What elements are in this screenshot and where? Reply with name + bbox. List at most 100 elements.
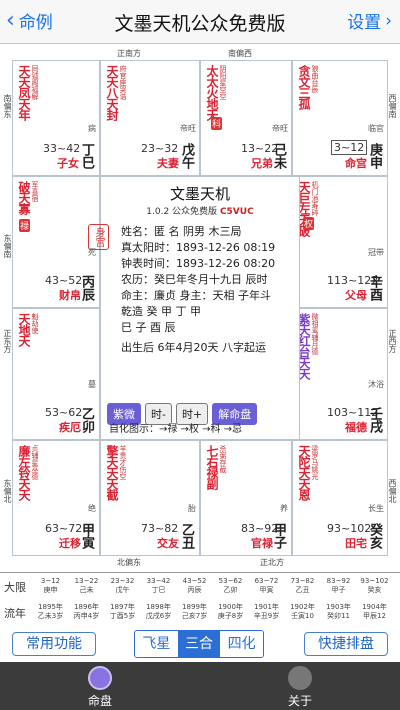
- dayun-cell[interactable]: 63~72 甲寅: [252, 577, 281, 595]
- palace-si[interactable]: 天天凤天年 同钺阁福解 33~42 子女 丁巳 病: [12, 60, 100, 176]
- quick-chart-button[interactable]: 快捷排盘: [304, 632, 388, 656]
- dayun-cell[interactable]: 23~32 戊午: [108, 577, 137, 595]
- palace-minor-stars: 微相鸾辅月德: [311, 313, 319, 355]
- palace-stage: 沐浴: [368, 380, 384, 389]
- palace-stage: 长生: [368, 504, 384, 513]
- palace-wei[interactable]: 太太火地天 阴阳星空空 科 13~22 兄弟 己未 帝旺: [200, 60, 292, 176]
- settings-label: 设置: [347, 13, 382, 33]
- palace-stage: 帝旺: [180, 124, 196, 133]
- liunian-cell[interactable]: 1897年 丁酉5岁: [108, 603, 137, 621]
- liunian-cell[interactable]: 1902年 壬寅10: [288, 603, 317, 621]
- compass-right-top: 西偏南: [388, 94, 397, 118]
- palace-wu[interactable]: 天天八天封 府官座哭诰 23~32 夫妻 戊午 帝旺: [100, 60, 200, 176]
- palace-name: 父母: [345, 289, 367, 302]
- name-line: 姓名：匿 名 阴男 木三局: [121, 225, 242, 238]
- qiyun-line: 出生后 6年4月20天 八字起运: [121, 341, 266, 354]
- palace-name: 子女: [57, 157, 79, 170]
- clock-time-line: 钟表时间：1893-12-26 08:20: [121, 257, 276, 270]
- center-info: 文墨天机 1.0.2 公众免费版 C5VUC 姓名：匿 名 阴男 木三局 真太阳…: [100, 176, 300, 440]
- dayun-cell[interactable]: 3~12 庚申: [36, 577, 65, 595]
- palace-shen[interactable]: 贪文三孤 狼曲台辰 3~12 命宫 庚申 临官: [292, 60, 388, 176]
- chevron-right-icon: ›: [385, 10, 392, 31]
- hua-ke-tag: 科: [211, 117, 223, 130]
- palace-range: 23~32: [141, 142, 179, 155]
- liunian-cell[interactable]: 1901年 辛丑9岁: [252, 603, 281, 621]
- liunian-cell[interactable]: 1903年 癸卯11: [324, 603, 353, 621]
- palace-minor-stars: 军喜宿: [31, 181, 39, 202]
- palace-name: 交友: [157, 537, 179, 550]
- liunian-cell[interactable]: 1896年 丙申4岁: [72, 603, 101, 621]
- palace-name: 命宫: [345, 157, 367, 170]
- dayun-cell[interactable]: 13~22 己未: [72, 577, 101, 595]
- palace-stage: 墓: [88, 380, 96, 389]
- palace-range: 33~42: [43, 142, 81, 155]
- palace-minor-stars: 阴阳星空空: [219, 65, 227, 100]
- center-version: 1.0.2 公众免费版 C5VUC: [101, 204, 299, 217]
- palace-zi[interactable]: 七右禄副 杀弼存截 83~92 官禄 甲子 养: [200, 440, 292, 556]
- hua-legend: 自化图示：→禄 →权 →科 →忌: [109, 424, 243, 435]
- chart-code: C5VUC: [219, 207, 254, 217]
- palace-minor-stars: 狼曲台辰: [311, 65, 319, 93]
- master-line: 命主：廉贞 身主：天相 子年斗: [121, 289, 271, 302]
- palace-ganzhi: 甲子: [271, 523, 286, 549]
- tab-about[interactable]: 关于: [270, 666, 330, 709]
- nav-bar: ‹ 命例 文墨天机公众免费版 设置 ›: [0, 0, 400, 44]
- palace-ganzhi: 丁巳: [79, 143, 94, 169]
- dayun-liunian-panel: 大限 流年 3~12 庚申 13~22 己未 23~32 戊午 33~42 丁巳 43~…: [0, 572, 400, 626]
- palace-stage: 帝旺: [272, 124, 288, 133]
- palace-stars: 天陀天天恩: [297, 445, 311, 500]
- palace-ganzhi: 己未: [271, 143, 286, 169]
- dayun-cell[interactable]: 33~42 丁巳: [144, 577, 173, 595]
- common-functions-button[interactable]: 常用功能: [12, 632, 96, 656]
- segment-sihua[interactable]: 四化: [220, 631, 263, 657]
- compass-top-left: 正南方: [117, 49, 141, 58]
- palace-yin[interactable]: 廉左铃天天 贞辅星巫德 63~72 迁移 甲寅 绝: [12, 440, 100, 556]
- dayun-cell[interactable]: 43~52 丙辰: [180, 577, 209, 595]
- palace-you[interactable]: 天巨左天破 机门池寿碎 权 113~122 父母 辛酉 冠带: [292, 176, 388, 308]
- version-text: 1.0.2 公众免费版: [146, 207, 218, 217]
- palace-ganzhi: 乙丑: [179, 523, 194, 549]
- palace-hai[interactable]: 天陀天天恩 梁罗马姚光 93~102 田宅 癸亥 长生: [292, 440, 388, 556]
- palace-stars: 天地天: [17, 313, 31, 346]
- chart-tab-icon: [88, 666, 112, 690]
- palace-chou[interactable]: 擎天天天截 羊贵才伤空 73~82 交友 乙丑 胎: [100, 440, 200, 556]
- palace-mao[interactable]: 天地天 魁劫使 53~62 疾厄 乙卯 墓: [12, 308, 100, 440]
- tab-mingpan-label: 命盘: [87, 694, 112, 708]
- palace-chen[interactable]: 破天寡 军喜宿 禄 43~52 财帛 丙辰 死: [12, 176, 100, 308]
- palace-ganzhi: 癸亥: [367, 523, 382, 549]
- compass-bottom-right: 正北方: [260, 558, 284, 567]
- palace-stars: 贪文三孤: [297, 65, 311, 109]
- dayun-cell[interactable]: 83~92 甲子: [324, 577, 353, 595]
- dayun-cell[interactable]: 53~62 乙卯: [216, 577, 245, 595]
- palace-minor-stars: 同钺阁福解: [31, 65, 39, 100]
- liunian-cell[interactable]: 1895年 乙未3岁: [36, 603, 65, 621]
- palace-range: 3~12: [331, 140, 368, 155]
- palace-minor-stars: 梁罗马姚光: [311, 445, 319, 480]
- palace-ganzhi: 庚申: [367, 143, 382, 169]
- tab-mingpan[interactable]: 命盘: [70, 666, 130, 709]
- settings-button[interactable]: 设置 ›: [347, 8, 392, 34]
- palace-minor-stars: 魁劫使: [31, 313, 39, 334]
- liunian-cell[interactable]: 1904年 甲辰12: [360, 603, 389, 621]
- liunian-cell[interactable]: 1900年 庚子8岁: [216, 603, 245, 621]
- palace-stage: 冠带: [368, 248, 384, 257]
- segment-feixing[interactable]: 飞星: [135, 631, 178, 657]
- tab-about-label: 关于: [287, 694, 312, 708]
- liunian-cell[interactable]: 1899年 己亥7岁: [180, 603, 209, 621]
- palace-stars: 七右禄副: [205, 445, 219, 489]
- palace-ganzhi: 甲寅: [79, 523, 94, 549]
- solar-time-line: 真太阳时：1893-12-26 08:19: [121, 241, 276, 254]
- palace-xu[interactable]: 紫天红台天天 微相鸾辅月德 103~112 福德 壬戌 沐浴: [292, 308, 388, 440]
- dayun-cell[interactable]: 93~102 癸亥: [360, 577, 389, 595]
- dayun-cell[interactable]: 73~82 乙丑: [288, 577, 317, 595]
- ziwei-chart: 正南方 南偏西 南偏东 东偏南 正东方 东偏北 西偏南 正西方 西偏北 北偏东 …: [0, 44, 400, 572]
- palace-stars: 廉左铃天天: [17, 445, 31, 500]
- toolbar: 常用功能 飞星 三合 四化 快捷排盘: [0, 626, 400, 662]
- mode-segmented-control: 飞星 三合 四化: [134, 630, 264, 658]
- liunian-cell[interactable]: 1898年 戊戌6岁: [144, 603, 173, 621]
- compass-right-mid: 正西方: [388, 329, 397, 353]
- palace-ganzhi: 辛酉: [367, 275, 382, 301]
- dayun-label: 大限: [4, 581, 26, 594]
- segment-sanhe[interactable]: 三合: [177, 631, 221, 657]
- hua-lu-tag: 禄: [19, 219, 31, 232]
